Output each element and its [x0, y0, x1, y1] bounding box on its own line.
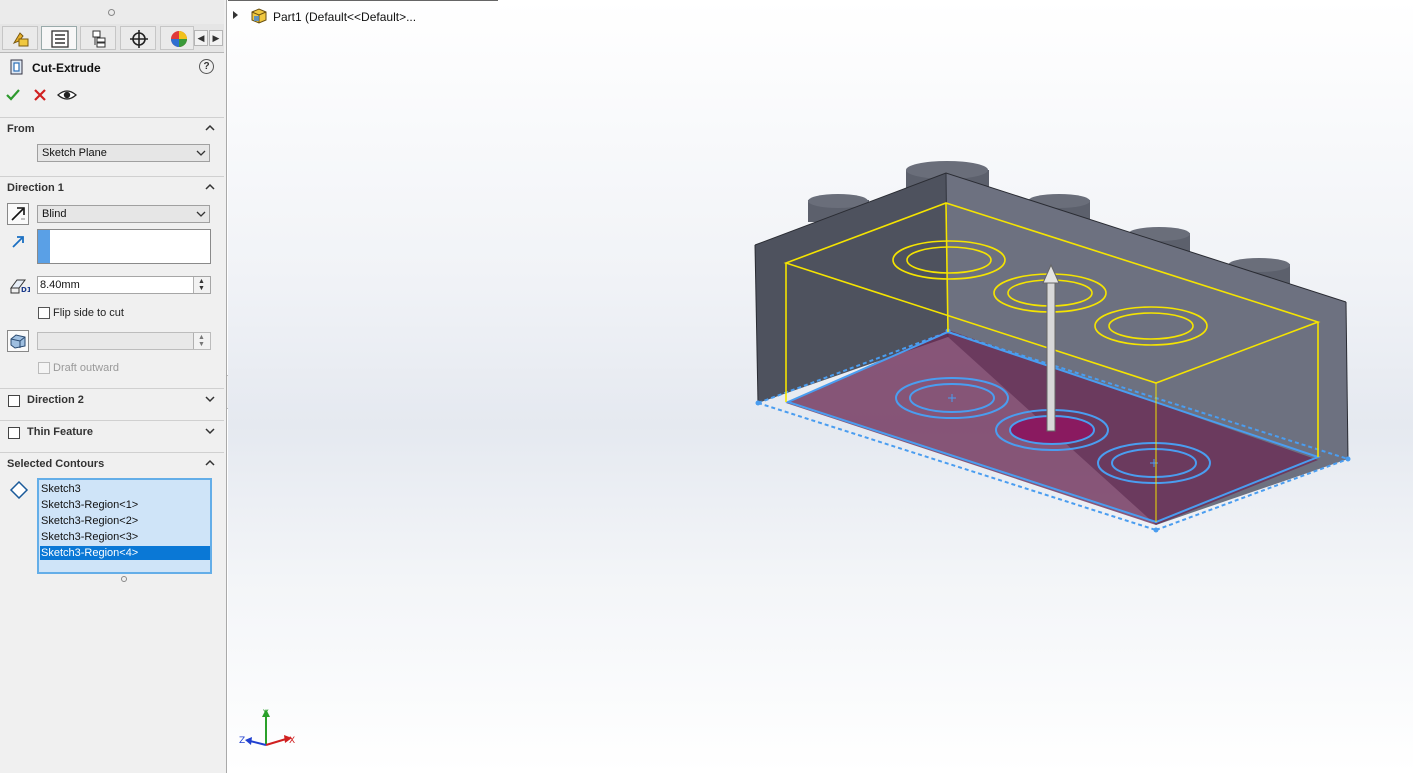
tabs-scroll-right-button[interactable]: ▶ [209, 30, 223, 46]
feature-header: Cut-Extrude ? [8, 58, 220, 78]
preview-eye-button[interactable] [57, 86, 77, 104]
cut-extrude-icon [10, 59, 23, 75]
direction2-checkbox[interactable] [8, 395, 20, 407]
panel-grip-icon[interactable] [108, 9, 115, 16]
section-direction2[interactable]: Direction 2 [0, 388, 224, 411]
start-condition-value: Sketch Plane [42, 147, 107, 159]
propertymanager-icon [51, 30, 69, 48]
reference-triad: Y X Z [239, 709, 295, 746]
flip-side-checkbox[interactable] [38, 307, 50, 319]
draft-angle-input[interactable]: ▲ ▼ [37, 332, 211, 350]
reverse-direction-icon [11, 207, 25, 221]
triad-z-label: Z [239, 736, 245, 746]
section-thin-feature[interactable]: Thin Feature [0, 420, 224, 443]
depth-input[interactable]: 8.40mm ▲ ▼ [37, 276, 211, 294]
draft-outward-checkbox[interactable] [38, 362, 50, 374]
draft-icon [10, 334, 26, 349]
reverse-direction-button[interactable] [7, 203, 29, 225]
section-selected-contours[interactable]: Selected Contours [0, 452, 224, 475]
end-condition-value: Blind [42, 208, 67, 220]
property-manager-panel: ◀ ▶ Cut-Extrude ? From Sketch Plane Dire… [0, 0, 227, 773]
svg-text:D1: D1 [21, 286, 30, 294]
start-condition-select[interactable]: Sketch Plane [37, 144, 210, 162]
depth-spinner[interactable]: ▲ ▼ [193, 277, 210, 293]
action-buttons [4, 86, 124, 104]
selected-contours-list[interactable]: Sketch3 Sketch3-Region<1> Sketch3-Region<2… [37, 478, 212, 574]
triad-x-label: X [289, 736, 295, 746]
section-selected-contours-label: Selected Contours [7, 458, 105, 470]
graphics-area[interactable]: Part1 (Default<<Default>... Y X Z [228, 0, 1413, 773]
model-viewport[interactable] [228, 0, 1413, 773]
section-thin-feature-label: Thin Feature [27, 426, 94, 438]
tab-configurationmanager[interactable] [80, 26, 116, 50]
direction-vector-icon [12, 236, 24, 248]
help-icon[interactable]: ? [199, 59, 214, 74]
list-item[interactable]: Sketch3-Region<2> [40, 514, 210, 528]
chevron-down-icon[interactable] [204, 393, 216, 405]
manager-tabs: ◀ ▶ [0, 24, 224, 53]
list-item[interactable]: Sketch3-Region<1> [40, 498, 210, 512]
direction-reference-selection-box[interactable] [37, 229, 211, 264]
featuremanager-icon [12, 32, 29, 47]
depth-icon: D1 [10, 279, 30, 294]
chevron-up-icon[interactable] [204, 457, 216, 469]
tree-divider [228, 0, 498, 1]
display-manager-icon [171, 31, 187, 47]
chevron-up-icon[interactable] [204, 122, 216, 134]
chevron-up-icon[interactable] [204, 181, 216, 193]
list-item[interactable]: Sketch3-Region<3> [40, 530, 210, 544]
section-direction1[interactable]: Direction 1 [0, 176, 224, 199]
tab-propertymanager[interactable] [41, 26, 77, 50]
chevron-down-icon [196, 211, 206, 217]
flip-side-label: Flip side to cut [53, 307, 124, 319]
draft-outward-label: Draft outward [53, 362, 120, 374]
list-item[interactable]: Sketch3-Region<4> [40, 546, 210, 560]
triad-y-label: Y [262, 709, 269, 719]
chevron-down-icon[interactable] [204, 425, 216, 437]
thin-feature-checkbox[interactable] [8, 427, 20, 439]
draft-angle-spinner[interactable]: ▲ ▼ [193, 333, 210, 349]
cancel-button[interactable] [31, 86, 49, 104]
crosshair-icon [130, 30, 148, 48]
section-from-label: From [7, 123, 35, 135]
end-condition-select[interactable]: Blind [37, 205, 210, 223]
contour-diamond-icon [9, 481, 29, 499]
chevron-down-icon [196, 150, 206, 156]
list-item[interactable]: Sketch3 [40, 482, 210, 496]
page-title: Cut-Extrude [32, 61, 101, 75]
tabs-scroll-left-button[interactable]: ◀ [194, 30, 208, 46]
section-direction2-label: Direction 2 [27, 394, 84, 406]
panel-top-bar [0, 0, 224, 25]
selection-active-indicator [38, 230, 50, 263]
ok-button[interactable] [4, 86, 22, 104]
tab-featuremanager[interactable] [2, 26, 38, 50]
tab-displaymanager[interactable] [160, 26, 194, 50]
tab-dimxpertmanager[interactable] [120, 26, 156, 50]
panel-resize-grip-icon[interactable] [121, 576, 127, 582]
depth-value: 8.40mm [40, 279, 80, 291]
configurationmanager-icon [92, 30, 106, 48]
draft-toggle-button[interactable] [7, 330, 29, 352]
section-direction1-label: Direction 1 [7, 182, 64, 194]
section-from[interactable]: From [0, 117, 224, 140]
